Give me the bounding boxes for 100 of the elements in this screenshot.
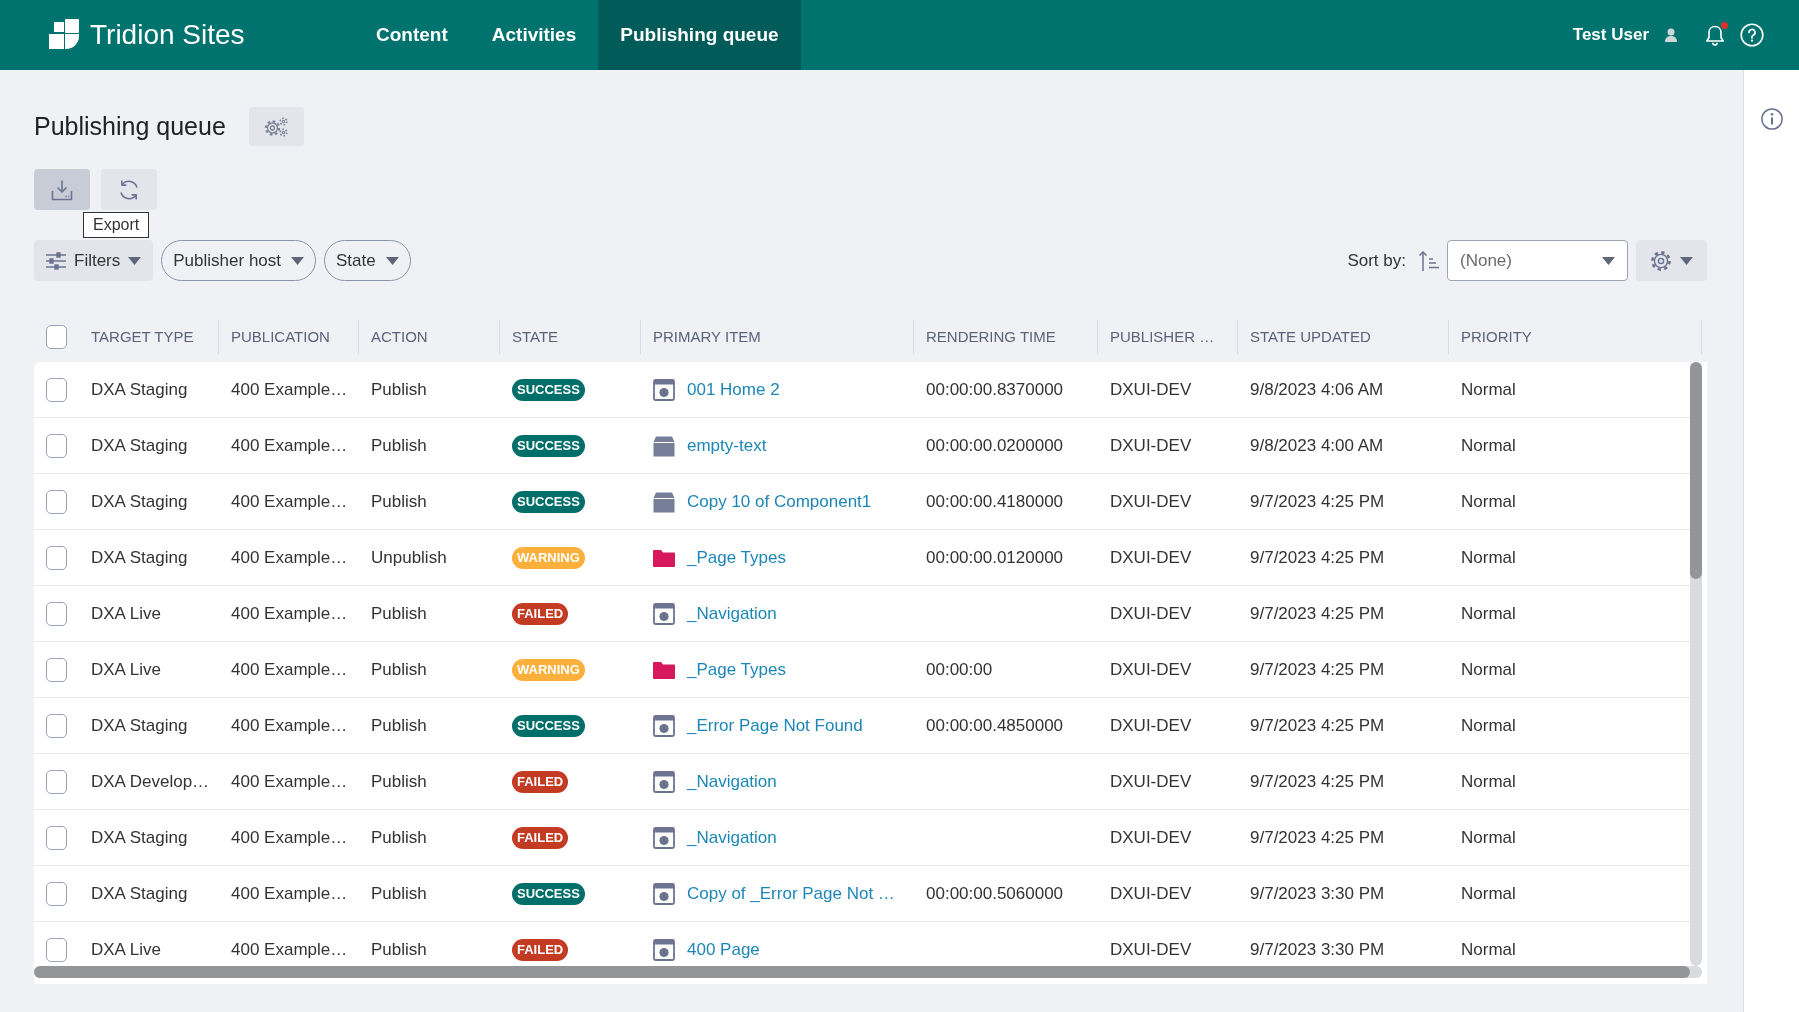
table-cell-text: DXA Live [91,658,161,681]
table-cell-text: Normal [1461,602,1516,625]
column-header[interactable]: TARGET TYPE [91,320,194,354]
row-checkbox[interactable] [46,769,67,794]
user-name[interactable]: Test User [1572,22,1649,48]
view-settings-button[interactable] [1636,240,1707,281]
bell-icon[interactable] [1705,24,1725,46]
table-cell-text: 9/7/2023 4:25 PM [1250,826,1385,849]
info-icon[interactable] [1760,108,1783,130]
nav-tab[interactable]: Activities [469,0,599,70]
export-button[interactable] [34,169,90,210]
column-header[interactable]: PRIMARY ITEM [653,320,761,354]
table-cell-text: 9/7/2023 4:25 PM [1250,546,1385,569]
column-header[interactable]: ACTION [371,320,428,354]
status-badge: FAILED [512,602,569,625]
table-cell-text: DXA Staging [91,882,188,905]
row-checkbox[interactable] [46,937,67,962]
logo-icon [48,18,80,52]
column-header[interactable]: PRIORITY [1461,320,1532,354]
caret-icon [291,256,304,265]
row-checkbox[interactable] [46,713,67,738]
table-cell-text: DXUI-DEV [1110,714,1192,737]
table-cell-text: 9/8/2023 4:06 AM [1250,378,1384,401]
folder-icon [653,660,675,679]
table-cell-text: DXA Staging [91,826,188,849]
table-cell-text: 00:00:00.4850000 [926,714,1064,737]
item-link[interactable]: _Navigation [687,824,777,851]
column-header[interactable]: STATE UPDATED [1250,320,1371,354]
table-cell-text: 9/7/2023 3:30 PM [1250,882,1385,905]
table-cell-text: DXA Live [91,938,161,961]
web-page-icon [653,770,675,793]
item-link[interactable]: _Page Types [687,656,786,683]
item-link[interactable]: Copy 10 of Component1 [687,488,872,515]
row-checkbox[interactable] [46,489,67,514]
sort-select[interactable]: (None) [1447,240,1628,281]
row-checkbox[interactable] [46,601,67,626]
table-cell-text: Publish [371,770,427,793]
table-cell-text: 400 Example… [231,546,348,569]
help-icon[interactable] [1740,23,1764,47]
column-header[interactable]: STATE [512,320,559,354]
row-checkbox[interactable] [46,825,67,850]
column-header[interactable]: RENDERING TIME [926,320,1056,354]
web-page-icon [653,882,675,905]
table-cell-text: 00:00:00.5060000 [926,882,1064,905]
table-cell-text: DXUI-DEV [1110,882,1192,905]
row-checkbox[interactable] [46,545,67,570]
nav-tab[interactable]: Content [354,0,470,70]
box-icon [653,434,675,457]
table-cell-text: 400 Example… [231,770,348,793]
table-cell-text: 00:00:00.4180000 [926,490,1064,513]
gears-icon [264,116,289,137]
table-cell-text: 00:00:00.0120000 [926,546,1064,569]
refresh-button[interactable] [101,169,157,210]
table-cell-text: 9/7/2023 3:30 PM [1250,938,1385,961]
item-link[interactable]: empty-text [687,432,767,459]
table-cell-text: 9/7/2023 4:25 PM [1250,658,1385,681]
item-link[interactable]: _Error Page Not Found [687,712,863,739]
web-page-icon [653,378,675,401]
sliders-icon [46,251,66,270]
table-cell-text: DXA Staging [91,378,188,401]
table-cell-text: 400 Example… [231,378,348,401]
vertical-scrollbar-thumb[interactable] [1690,362,1702,579]
row-checkbox[interactable] [46,377,67,402]
item-link[interactable]: _Navigation [687,768,777,795]
table-cell-text: Publish [371,826,427,849]
status-badge: FAILED [512,938,569,961]
user-icon[interactable] [1665,28,1677,42]
table-cell-text: Normal [1461,546,1516,569]
table-cell-text: Normal [1461,490,1516,513]
select-all-checkbox[interactable] [46,325,67,349]
table-cell-text: DXA Staging [91,490,188,513]
column-header[interactable]: PUBLISHER … [1110,320,1215,354]
product-name: Tridion Sites [90,18,245,52]
status-badge: FAILED [512,770,569,793]
row-checkbox[interactable] [46,657,67,682]
row-checkbox[interactable] [46,881,67,906]
item-link[interactable]: Copy of _Error Page Not … [687,880,895,907]
column-header[interactable]: PUBLICATION [231,320,330,354]
table-cell-text: Publish [371,602,427,625]
item-link[interactable]: 001 Home 2 [687,376,780,403]
table-cell-text: DXUI-DEV [1110,826,1192,849]
item-link[interactable]: 400 Page [687,936,760,963]
table-cell-text: Normal [1461,378,1516,401]
table-cell-text: Normal [1461,770,1516,793]
table-cell-text: 9/7/2023 4:25 PM [1250,714,1385,737]
nav-tab[interactable]: Publishing queue [598,0,801,70]
table-cell-text: 400 Example… [231,490,348,513]
sort-icon[interactable] [1418,249,1440,272]
filters-button[interactable]: Filters [34,240,154,281]
folder-icon [653,548,675,567]
item-link[interactable]: _Page Types [687,544,786,571]
status-badge: WARNING [512,658,585,681]
table-cell-text: 400 Example… [231,658,348,681]
table-cell-text: Normal [1461,826,1516,849]
row-checkbox[interactable] [46,433,67,458]
settings-button[interactable] [248,107,304,146]
table-cell-text: Publish [371,658,427,681]
table-cell-text: Normal [1461,938,1516,961]
item-link[interactable]: _Navigation [687,600,777,627]
table-cell-text: Normal [1461,882,1516,905]
